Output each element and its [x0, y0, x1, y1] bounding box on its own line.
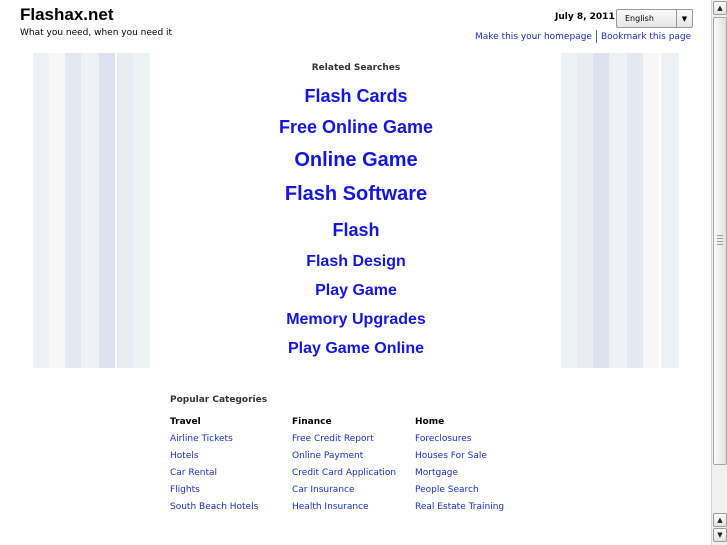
site-title[interactable]: Flashax.net	[20, 5, 114, 25]
bookmark-page-link[interactable]: Bookmark this page	[601, 32, 691, 42]
related-search-link[interactable]: Flash	[33, 220, 679, 241]
related-search-link[interactable]: Online Game	[33, 149, 679, 172]
grip-icon	[717, 235, 723, 247]
category-link[interactable]: Car Insurance	[292, 484, 396, 501]
category-link[interactable]: Airline Tickets	[170, 433, 258, 450]
link-divider	[595, 30, 597, 43]
top-links: Make this your homepage Bookmark this pa…	[475, 30, 691, 43]
arrow-up-icon[interactable]: ▲	[713, 513, 727, 527]
related-search-link[interactable]: Flash Cards	[33, 86, 679, 107]
category-column: Home Foreclosures Houses For Sale Mortgage P…	[415, 416, 504, 518]
make-homepage-link[interactable]: Make this your homepage	[475, 32, 592, 42]
popular-categories-title: Popular Categories	[170, 395, 268, 405]
category-link[interactable]: Foreclosures	[415, 433, 504, 450]
related-search-link[interactable]: Play Game	[33, 282, 679, 300]
related-search-link[interactable]: Flash Software	[33, 183, 679, 206]
arrow-down-icon[interactable]: ▼	[713, 528, 727, 542]
related-search-link[interactable]: Memory Upgrades	[33, 311, 679, 329]
related-searches-title: Related Searches	[311, 63, 401, 73]
language-select-value: English	[625, 14, 654, 23]
related-search-link[interactable]: Play Game Online	[33, 340, 679, 358]
category-column: Finance Free Credit Report Online Payment C…	[292, 416, 396, 518]
category-link[interactable]: Free Credit Report	[292, 433, 396, 450]
category-link[interactable]: People Search	[415, 484, 504, 501]
page: Flashax.net What you need, when you need…	[0, 0, 711, 545]
site-tagline: What you need, when you need it	[20, 28, 173, 38]
language-select[interactable]: English ▼	[616, 9, 693, 28]
category-link[interactable]: Car Rental	[170, 467, 258, 484]
related-search-link[interactable]: Free Online Game	[33, 117, 679, 138]
scrollbar-thumb[interactable]	[713, 17, 727, 465]
category-link[interactable]: Health Insurance	[292, 501, 396, 518]
category-link[interactable]: Online Payment	[292, 450, 396, 467]
category-link[interactable]: Mortgage	[415, 467, 504, 484]
category-link[interactable]: Credit Card Application	[292, 467, 396, 484]
category-heading: Finance	[292, 417, 332, 427]
category-link[interactable]: Hotels	[170, 450, 258, 467]
category-link[interactable]: Flights	[170, 484, 258, 501]
category-heading: Home	[415, 417, 445, 427]
category-column: Travel Airline Tickets Hotels Car Rental Fli…	[170, 416, 258, 518]
arrow-up-icon[interactable]: ▲	[713, 1, 727, 15]
vertical-scrollbar[interactable]: ▲ ▲ ▼	[711, 0, 727, 545]
category-link[interactable]: South Beach Hotels	[170, 501, 258, 518]
related-searches-panel: Related Searches Flash Cards Free Online …	[33, 53, 679, 368]
date-label: July 8, 2011	[555, 12, 615, 22]
related-search-link[interactable]: Flash Design	[33, 253, 679, 271]
category-link[interactable]: Houses For Sale	[415, 450, 504, 467]
chevron-down-icon[interactable]: ▼	[676, 10, 692, 27]
category-link[interactable]: Real Estate Training	[415, 501, 504, 518]
category-heading: Travel	[170, 417, 201, 427]
